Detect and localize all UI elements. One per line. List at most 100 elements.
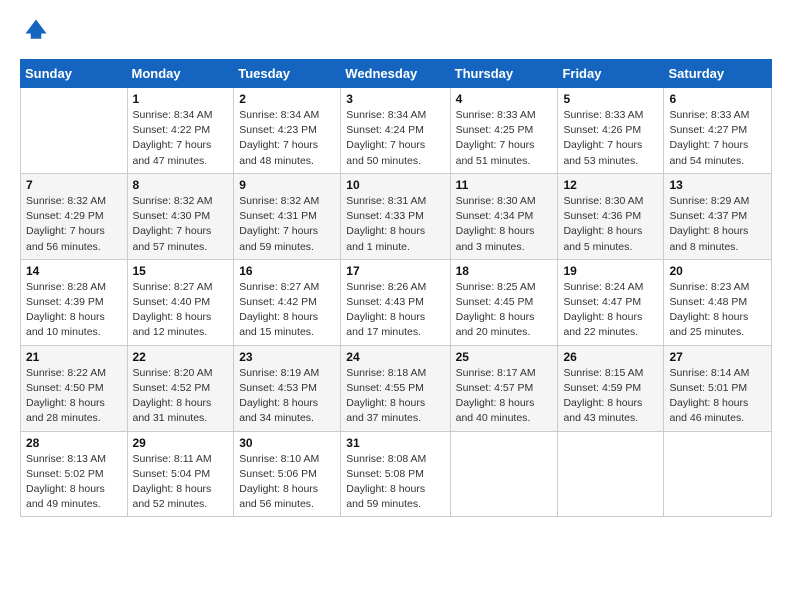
- header: [20, 16, 772, 49]
- calendar-cell: 7 Sunrise: 8:32 AMSunset: 4:29 PMDaylight…: [21, 173, 128, 259]
- calendar-cell: 27Sunrise: 8:14 AMSunset: 5:01 PMDayligh…: [664, 345, 772, 431]
- calendar-week-row: 7 Sunrise: 8:32 AMSunset: 4:29 PMDaylight…: [21, 173, 772, 259]
- day-info: Sunrise: 8:32 AMSunset: 4:30 PMDaylight:…: [133, 194, 229, 255]
- day-info: Sunrise: 8:19 AMSunset: 4:53 PMDaylight:…: [239, 366, 335, 427]
- calendar-cell: 31 Sunrise: 8:08 AMSunset: 5:08 PMDayligh…: [341, 431, 450, 517]
- day-number: 4: [456, 92, 553, 106]
- day-number: 17: [346, 264, 444, 278]
- day-info: Sunrise: 8:15 AMSunset: 4:59 PMDaylight:…: [563, 366, 658, 427]
- calendar-week-row: 21Sunrise: 8:22 AMSunset: 4:50 PMDayligh…: [21, 345, 772, 431]
- day-info: Sunrise: 8:14 AMSunset: 5:01 PMDaylight:…: [669, 366, 766, 427]
- logo-icon: [22, 16, 50, 44]
- calendar-cell: 1 Sunrise: 8:34 AMSunset: 4:22 PMDaylight…: [127, 88, 234, 174]
- day-number: 12: [563, 178, 658, 192]
- day-info: Sunrise: 8:31 AMSunset: 4:33 PMDaylight:…: [346, 194, 444, 255]
- calendar-cell: [558, 431, 664, 517]
- day-info: Sunrise: 8:32 AMSunset: 4:29 PMDaylight:…: [26, 194, 122, 255]
- day-number: 10: [346, 178, 444, 192]
- calendar-cell: 17 Sunrise: 8:26 AMSunset: 4:43 PMDayligh…: [341, 259, 450, 345]
- day-info: Sunrise: 8:30 AMSunset: 4:36 PMDaylight:…: [563, 194, 658, 255]
- day-number: 7: [26, 178, 122, 192]
- calendar-cell: 29 Sunrise: 8:11 AMSunset: 5:04 PMDayligh…: [127, 431, 234, 517]
- day-number: 22: [133, 350, 229, 364]
- calendar-cell: 8 Sunrise: 8:32 AMSunset: 4:30 PMDaylight…: [127, 173, 234, 259]
- day-info: Sunrise: 8:18 AMSunset: 4:55 PMDaylight:…: [346, 366, 444, 427]
- col-header-monday: Monday: [127, 60, 234, 88]
- day-info: Sunrise: 8:22 AMSunset: 4:50 PMDaylight:…: [26, 366, 122, 427]
- calendar-cell: 18 Sunrise: 8:25 AMSunset: 4:45 PMDayligh…: [450, 259, 558, 345]
- calendar-week-row: 14Sunrise: 8:28 AMSunset: 4:39 PMDayligh…: [21, 259, 772, 345]
- calendar-cell: 21Sunrise: 8:22 AMSunset: 4:50 PMDayligh…: [21, 345, 128, 431]
- day-number: 28: [26, 436, 122, 450]
- day-number: 26: [563, 350, 658, 364]
- calendar-cell: 3Sunrise: 8:34 AMSunset: 4:24 PMDaylight…: [341, 88, 450, 174]
- day-number: 31: [346, 436, 444, 450]
- day-number: 16: [239, 264, 335, 278]
- day-info: Sunrise: 8:26 AMSunset: 4:43 PMDaylight:…: [346, 280, 444, 341]
- day-number: 20: [669, 264, 766, 278]
- day-number: 8: [133, 178, 229, 192]
- col-header-tuesday: Tuesday: [234, 60, 341, 88]
- calendar-cell: [21, 88, 128, 174]
- day-info: Sunrise: 8:25 AMSunset: 4:45 PMDaylight:…: [456, 280, 553, 341]
- day-info: Sunrise: 8:34 AMSunset: 4:22 PMDaylight:…: [133, 108, 229, 169]
- day-number: 13: [669, 178, 766, 192]
- calendar-cell: 23 Sunrise: 8:19 AMSunset: 4:53 PMDayligh…: [234, 345, 341, 431]
- day-info: Sunrise: 8:34 AMSunset: 4:23 PMDaylight:…: [239, 108, 335, 169]
- calendar-cell: 4 Sunrise: 8:33 AMSunset: 4:25 PMDaylight…: [450, 88, 558, 174]
- calendar-cell: 15Sunrise: 8:27 AMSunset: 4:40 PMDayligh…: [127, 259, 234, 345]
- calendar-cell: [450, 431, 558, 517]
- day-number: 19: [563, 264, 658, 278]
- col-header-thursday: Thursday: [450, 60, 558, 88]
- col-header-saturday: Saturday: [664, 60, 772, 88]
- calendar: SundayMondayTuesdayWednesdayThursdayFrid…: [20, 59, 772, 517]
- day-number: 1: [133, 92, 229, 106]
- day-info: Sunrise: 8:08 AMSunset: 5:08 PMDaylight:…: [346, 452, 444, 513]
- day-number: 15: [133, 264, 229, 278]
- calendar-cell: 16 Sunrise: 8:27 AMSunset: 4:42 PMDayligh…: [234, 259, 341, 345]
- calendar-cell: 25 Sunrise: 8:17 AMSunset: 4:57 PMDayligh…: [450, 345, 558, 431]
- day-info: Sunrise: 8:10 AMSunset: 5:06 PMDaylight:…: [239, 452, 335, 513]
- calendar-week-row: 1 Sunrise: 8:34 AMSunset: 4:22 PMDaylight…: [21, 88, 772, 174]
- day-number: 14: [26, 264, 122, 278]
- calendar-cell: 28Sunrise: 8:13 AMSunset: 5:02 PMDayligh…: [21, 431, 128, 517]
- day-number: 3: [346, 92, 444, 106]
- day-number: 5: [563, 92, 658, 106]
- day-number: 2: [239, 92, 335, 106]
- day-number: 25: [456, 350, 553, 364]
- day-number: 24: [346, 350, 444, 364]
- day-number: 11: [456, 178, 553, 192]
- calendar-cell: 10 Sunrise: 8:31 AMSunset: 4:33 PMDayligh…: [341, 173, 450, 259]
- day-info: Sunrise: 8:33 AMSunset: 4:27 PMDaylight:…: [669, 108, 766, 169]
- day-info: Sunrise: 8:27 AMSunset: 4:42 PMDaylight:…: [239, 280, 335, 341]
- day-info: Sunrise: 8:33 AMSunset: 4:26 PMDaylight:…: [563, 108, 658, 169]
- calendar-cell: 14Sunrise: 8:28 AMSunset: 4:39 PMDayligh…: [21, 259, 128, 345]
- calendar-cell: 2 Sunrise: 8:34 AMSunset: 4:23 PMDaylight…: [234, 88, 341, 174]
- calendar-cell: 24 Sunrise: 8:18 AMSunset: 4:55 PMDayligh…: [341, 345, 450, 431]
- day-info: Sunrise: 8:17 AMSunset: 4:57 PMDaylight:…: [456, 366, 553, 427]
- calendar-cell: 6 Sunrise: 8:33 AMSunset: 4:27 PMDaylight…: [664, 88, 772, 174]
- day-info: Sunrise: 8:24 AMSunset: 4:47 PMDaylight:…: [563, 280, 658, 341]
- day-number: 18: [456, 264, 553, 278]
- day-number: 30: [239, 436, 335, 450]
- day-number: 23: [239, 350, 335, 364]
- calendar-cell: 22Sunrise: 8:20 AMSunset: 4:52 PMDayligh…: [127, 345, 234, 431]
- day-number: 29: [133, 436, 229, 450]
- day-info: Sunrise: 8:11 AMSunset: 5:04 PMDaylight:…: [133, 452, 229, 513]
- col-header-friday: Friday: [558, 60, 664, 88]
- day-number: 9: [239, 178, 335, 192]
- calendar-week-row: 28Sunrise: 8:13 AMSunset: 5:02 PMDayligh…: [21, 431, 772, 517]
- day-info: Sunrise: 8:32 AMSunset: 4:31 PMDaylight:…: [239, 194, 335, 255]
- page: SundayMondayTuesdayWednesdayThursdayFrid…: [0, 0, 792, 537]
- logo: [20, 16, 50, 49]
- col-header-wednesday: Wednesday: [341, 60, 450, 88]
- calendar-cell: 12 Sunrise: 8:30 AMSunset: 4:36 PMDayligh…: [558, 173, 664, 259]
- day-info: Sunrise: 8:29 AMSunset: 4:37 PMDaylight:…: [669, 194, 766, 255]
- calendar-header-row: SundayMondayTuesdayWednesdayThursdayFrid…: [21, 60, 772, 88]
- calendar-cell: [664, 431, 772, 517]
- day-info: Sunrise: 8:33 AMSunset: 4:25 PMDaylight:…: [456, 108, 553, 169]
- calendar-cell: 13 Sunrise: 8:29 AMSunset: 4:37 PMDayligh…: [664, 173, 772, 259]
- day-number: 6: [669, 92, 766, 106]
- calendar-cell: 30 Sunrise: 8:10 AMSunset: 5:06 PMDayligh…: [234, 431, 341, 517]
- calendar-cell: 9 Sunrise: 8:32 AMSunset: 4:31 PMDaylight…: [234, 173, 341, 259]
